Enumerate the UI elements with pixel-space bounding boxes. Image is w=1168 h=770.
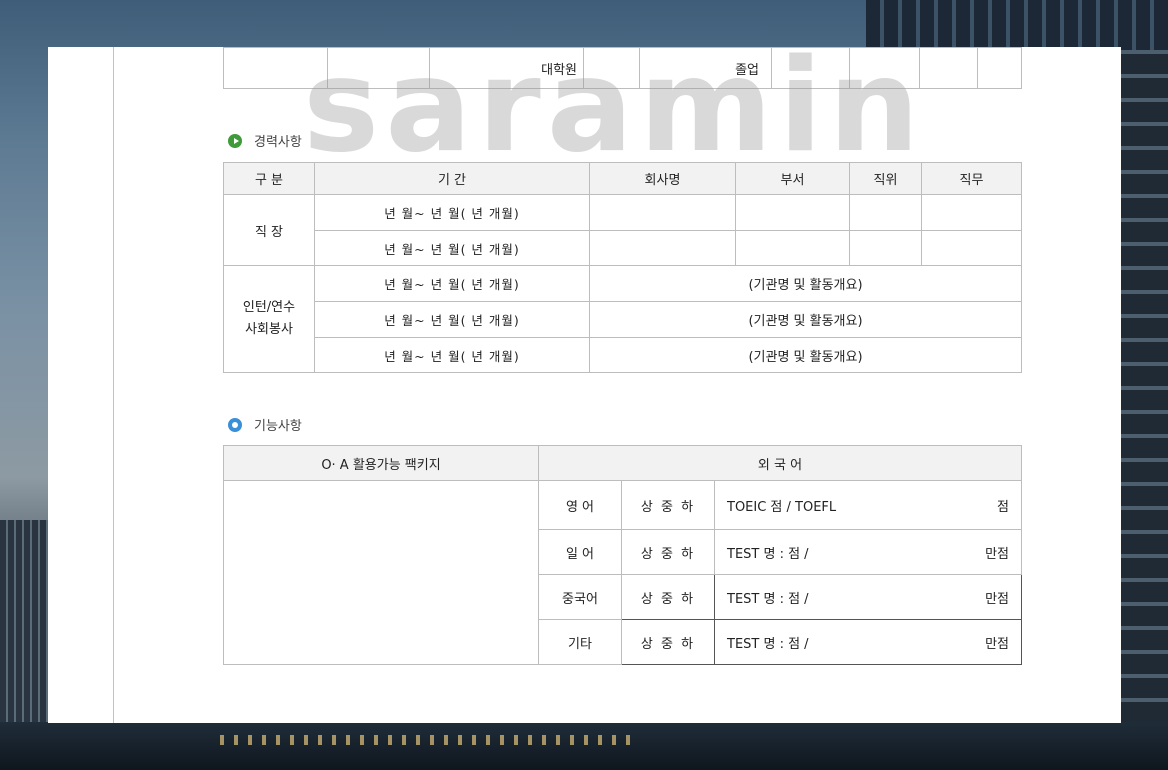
career-duty-field[interactable] [921, 230, 1022, 266]
intern-description-field[interactable]: (기관명 및 활동개요) [589, 337, 1022, 373]
career-position-field[interactable] [849, 230, 922, 266]
career-section-title: 경력사항 [228, 131, 302, 150]
education-cell [919, 47, 978, 89]
career-duty-field[interactable] [921, 194, 1022, 231]
skills-section-title: 기능사항 [228, 415, 302, 434]
language-name: 일 어 [538, 529, 622, 575]
career-period-field[interactable]: 년 월~ 년 월( 년 개월) [314, 194, 590, 231]
test-score-label: TEST 명 : 점 / [727, 591, 809, 607]
language-name: 영 어 [538, 480, 622, 530]
skills-title-text: 기능사항 [254, 419, 302, 434]
career-position-field[interactable] [849, 194, 922, 231]
education-cell [223, 47, 328, 89]
language-level-selector[interactable]: 상 중 하 [621, 619, 715, 665]
background-building-edge [1120, 50, 1168, 770]
oa-package-header: O· A 활용가능 팩키지 [223, 445, 539, 481]
test-score-unit: 만점 [985, 591, 1010, 607]
test-score-unit: 만점 [985, 636, 1010, 652]
intern-label-line2: 사회봉사 [245, 322, 293, 337]
career-header-duty: 직무 [921, 162, 1022, 195]
test-score-unit: 만점 [985, 546, 1010, 562]
language-level-selector[interactable]: 상 중 하 [621, 529, 715, 575]
education-cell [583, 47, 640, 89]
education-cell [327, 47, 430, 89]
language-level-selector[interactable]: 상 중 하 [621, 480, 715, 530]
career-company-field[interactable] [589, 230, 736, 266]
background-city-lights [220, 735, 640, 745]
intern-description-field[interactable]: (기관명 및 활동개요) [589, 265, 1022, 302]
career-table: 구 분 기 간 회사명 부서 직위 직무 직 장 년 월~ 년 월( 년 개월)… [223, 162, 1022, 373]
intern-period-field[interactable]: 년 월~ 년 월( 년 개월) [314, 337, 590, 373]
language-level-selector[interactable]: 상 중 하 [621, 574, 715, 620]
language-test-field[interactable]: TEST 명 : 점 / 만점 [713, 529, 1023, 575]
intern-label-line1: 인턴/연수 [242, 300, 296, 315]
intern-period-field[interactable]: 년 월~ 년 월( 년 개월) [314, 301, 590, 338]
career-header-category: 구 분 [223, 162, 315, 195]
education-cell [977, 47, 1022, 89]
education-school-type: 대학원 [429, 47, 584, 89]
education-cell [849, 47, 920, 89]
foreign-language-header: 외 국 어 [537, 445, 1023, 481]
career-header-company: 회사명 [589, 162, 736, 195]
education-cell [771, 47, 850, 89]
test-score-label: TEST 명 : 점 / [727, 546, 809, 562]
language-test-field[interactable]: TOEIC 점 / TOEFL 점 [713, 480, 1023, 530]
background-building-left [0, 520, 48, 740]
intern-period-field[interactable]: 년 월~ 년 월( 년 개월) [314, 265, 590, 302]
document-page: saramin 대학원 졸업 경력사항 구 분 기 간 회사명 부서 직위 직무… [48, 43, 1121, 723]
career-job-label: 직 장 [223, 194, 315, 266]
oa-package-field[interactable] [223, 480, 539, 665]
career-header-department: 부서 [735, 162, 850, 195]
career-department-field[interactable] [735, 230, 850, 266]
career-department-field[interactable] [735, 194, 850, 231]
language-name: 중국어 [538, 574, 622, 620]
language-name: 기타 [538, 619, 622, 665]
language-test-field[interactable]: TEST 명 : 점 / 만점 [713, 574, 1023, 620]
education-table: 대학원 졸업 [223, 47, 1022, 89]
background-waterfront [0, 722, 1168, 770]
career-period-field[interactable]: 년 월~ 년 월( 년 개월) [314, 230, 590, 266]
skills-table: O· A 활용가능 팩키지 외 국 어 영 어 상 중 하 TOEIC 점 / … [223, 445, 1023, 665]
test-score-label: TEST 명 : 점 / [727, 636, 809, 652]
intern-volunteer-label: 인턴/연수 사회봉사 [223, 265, 315, 373]
intern-description-field[interactable]: (기관명 및 활동개요) [589, 301, 1022, 338]
background-building-right [866, 0, 1168, 50]
circle-bullet-icon [228, 417, 242, 432]
career-header-position: 직위 [849, 162, 922, 195]
language-test-field[interactable]: TEST 명 : 점 / 만점 [713, 619, 1023, 665]
play-bullet-icon [228, 133, 242, 148]
education-status: 졸업 [639, 47, 772, 89]
test-score-unit: 점 [997, 499, 1010, 515]
career-title-text: 경력사항 [254, 135, 302, 150]
test-score-label: TOEIC 점 / TOEFL [727, 499, 837, 515]
career-header-period: 기 간 [314, 162, 590, 195]
page-margin-line [113, 47, 114, 723]
career-company-field[interactable] [589, 194, 736, 231]
